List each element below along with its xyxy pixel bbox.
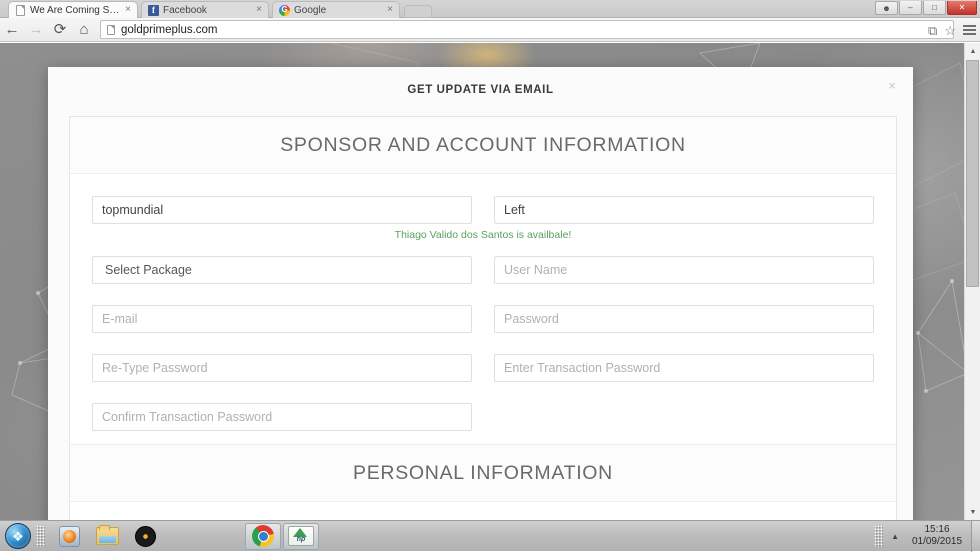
position-select[interactable]: Left	[494, 196, 874, 224]
form-row: Confirm Transaction Password	[92, 403, 874, 431]
section-header-personal: PERSONAL INFORMATION	[70, 444, 896, 502]
taskbar-grip	[36, 525, 45, 547]
tab-label: Facebook	[163, 5, 254, 16]
taskbar-media-disc[interactable]	[127, 523, 163, 550]
bookmark-star-icon[interactable]: ☆	[944, 24, 956, 37]
password-input[interactable]: Password	[494, 305, 874, 333]
address-bar-url: goldprimeplus.com	[121, 24, 218, 36]
system-tray: ▲ 15:16 01/09/2015	[874, 521, 980, 552]
form-col-left: Confirm Transaction Password	[92, 403, 472, 431]
sponsor-validation-message: Thiago Valido dos Santos is availbale!	[92, 229, 874, 242]
section-title: PERSONAL INFORMATION	[353, 462, 613, 485]
disc-icon	[135, 526, 156, 547]
form-col-right: Password	[494, 305, 874, 333]
taskbar-chrome[interactable]	[245, 523, 281, 550]
browser-tab-0[interactable]: We Are Coming Soon ×	[8, 1, 138, 18]
maximize-button[interactable]: □	[923, 1, 946, 15]
tab-label: We Are Coming Soon	[30, 5, 123, 16]
clock-date: 01/09/2015	[909, 536, 965, 548]
taskbar-file-explorer[interactable]	[89, 523, 125, 550]
modal-header: GET UPDATE VIA EMAIL ×	[48, 67, 913, 112]
browser-tab-1[interactable]: f Facebook ×	[141, 1, 269, 18]
form-col-right: Left	[494, 196, 874, 224]
tab-close-icon[interactable]: ×	[254, 5, 264, 15]
home-icon[interactable]: ⌂	[72, 18, 96, 42]
reload-icon[interactable]: ⟳	[48, 18, 72, 42]
form-row: Select Package User Name	[92, 256, 874, 284]
folder-icon	[96, 527, 119, 545]
clock-time: 15:16	[909, 524, 965, 536]
username-input[interactable]: User Name	[494, 256, 874, 284]
package-select[interactable]: Select Package	[92, 256, 472, 284]
taskbar-hp-app[interactable]: hp	[283, 523, 319, 550]
registration-modal: GET UPDATE VIA EMAIL × SPONSOR AND ACCOU…	[48, 67, 913, 520]
form-col-left: Re-Type Password	[92, 354, 472, 382]
form-body: topmundial Left Thiago Valido dos Santos…	[70, 174, 896, 520]
modal-title: GET UPDATE VIA EMAIL	[407, 84, 553, 96]
taskbar-media-player[interactable]	[51, 523, 87, 550]
window-controls: ☻ – □ ✕	[875, 1, 977, 15]
hp-icon: hp	[288, 526, 314, 546]
form-col-left: E-mail	[92, 305, 472, 333]
tab-close-icon[interactable]: ×	[385, 5, 395, 15]
transaction-password-input[interactable]: Enter Transaction Password	[494, 354, 874, 382]
google-icon	[279, 5, 290, 16]
media-player-icon	[59, 526, 80, 547]
scroll-up-icon[interactable]: ▲	[965, 43, 980, 59]
form-row: Re-Type Password Enter Transaction Passw…	[92, 354, 874, 382]
show-hidden-icons[interactable]: ▲	[891, 532, 899, 541]
browser-tabstrip: We Are Coming Soon × f Facebook × Google…	[0, 0, 980, 18]
taskbar-clock[interactable]: 15:16 01/09/2015	[909, 524, 971, 548]
new-tab-button[interactable]	[404, 5, 432, 18]
minimize-button[interactable]: –	[899, 1, 922, 15]
menu-icon[interactable]	[963, 23, 976, 37]
form-col-left: Select Package	[92, 256, 472, 284]
forward-icon[interactable]: →	[24, 18, 48, 42]
browser-tab-2[interactable]: Google ×	[272, 1, 400, 18]
chrome-icon	[252, 525, 274, 547]
form-row: E-mail Password	[92, 305, 874, 333]
browser-toolbar: ← → ⟳ ⌂ goldprimeplus.com	[0, 18, 980, 42]
sponsor-id-input[interactable]: topmundial	[92, 196, 472, 224]
page-info-icon[interactable]	[107, 25, 115, 35]
tab-close-icon[interactable]: ×	[123, 5, 133, 15]
form-col-right-empty	[494, 403, 874, 431]
registration-form-card: SPONSOR AND ACCOUNT INFORMATION topmundi…	[69, 116, 897, 520]
show-desktop-button[interactable]	[971, 521, 980, 552]
page-scrollbar[interactable]: ▲ ▼	[964, 43, 980, 520]
document-icon	[15, 5, 26, 16]
user-switch-button[interactable]: ☻	[875, 1, 898, 15]
form-row: topmundial Left	[92, 196, 874, 224]
back-icon[interactable]: ←	[0, 18, 24, 42]
tray-grip	[874, 525, 883, 547]
address-bar[interactable]: goldprimeplus.com	[100, 20, 954, 39]
scrollbar-thumb[interactable]	[966, 60, 979, 287]
form-col-right: Enter Transaction Password	[494, 354, 874, 382]
section-header-sponsor: SPONSOR AND ACCOUNT INFORMATION	[70, 117, 896, 174]
close-window-button[interactable]: ✕	[947, 1, 977, 15]
section-title: SPONSOR AND ACCOUNT INFORMATION	[280, 134, 686, 157]
start-button[interactable]: ❖	[5, 523, 31, 549]
confirm-transaction-password-input[interactable]: Confirm Transaction Password	[92, 403, 472, 431]
scroll-down-icon[interactable]: ▼	[965, 504, 980, 520]
windows-taskbar: ❖ hp ▲ 15:16 01/09/2015	[0, 520, 980, 551]
retype-password-input[interactable]: Re-Type Password	[92, 354, 472, 382]
form-col-left: topmundial	[92, 196, 472, 224]
facebook-icon: f	[148, 5, 159, 16]
page-viewport: GET UPDATE VIA EMAIL × SPONSOR AND ACCOU…	[0, 43, 980, 520]
form-col-right: User Name	[494, 256, 874, 284]
close-icon[interactable]: ×	[888, 79, 896, 92]
email-input[interactable]: E-mail	[92, 305, 472, 333]
tab-label: Google	[294, 5, 385, 16]
toolbar-right-icons: ⧉ ☆	[928, 18, 976, 42]
cast-icon[interactable]: ⧉	[928, 24, 937, 37]
browser-window: We Are Coming Soon × f Facebook × Google…	[0, 0, 980, 551]
